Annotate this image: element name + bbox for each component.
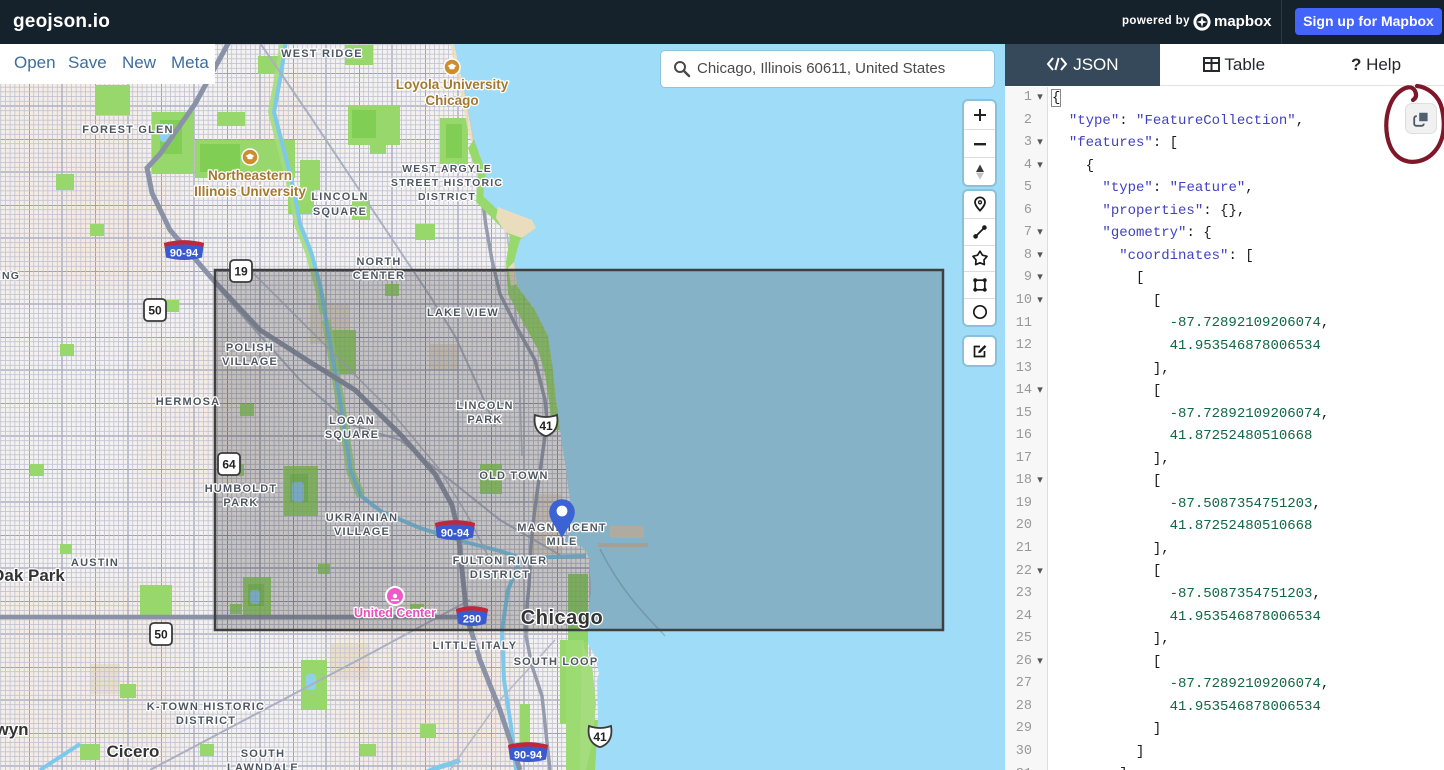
svg-text:PARK: PARK bbox=[467, 414, 502, 426]
svg-text:WEST ARGYLE: WEST ARGYLE bbox=[402, 163, 492, 175]
svg-text:90-94: 90-94 bbox=[514, 750, 543, 762]
svg-text:LITTLE ITALY: LITTLE ITALY bbox=[433, 640, 518, 652]
svg-text:K-TOWN HISTORIC: K-TOWN HISTORIC bbox=[147, 701, 265, 713]
svg-text:United Center: United Center bbox=[354, 606, 436, 620]
svg-text:41: 41 bbox=[539, 419, 553, 433]
svg-text:19: 19 bbox=[234, 265, 248, 279]
svg-text:FULTON RIVER: FULTON RIVER bbox=[453, 555, 548, 567]
svg-text:Northeastern: Northeastern bbox=[208, 168, 292, 183]
svg-text:HERMOSA: HERMOSA bbox=[156, 396, 221, 408]
svg-text:VILLAGE: VILLAGE bbox=[334, 526, 390, 538]
svg-text:Loyola University: Loyola University bbox=[396, 77, 509, 92]
svg-text:SQUARE: SQUARE bbox=[325, 429, 379, 441]
svg-text:POLISH: POLISH bbox=[226, 342, 274, 354]
svg-text:Chicago: Chicago bbox=[425, 93, 478, 108]
svg-text:WEST RIDGE: WEST RIDGE bbox=[281, 48, 363, 60]
svg-text:OLD TOWN: OLD TOWN bbox=[479, 470, 548, 482]
svg-text:STREET HISTORIC: STREET HISTORIC bbox=[391, 177, 503, 189]
svg-text:ING: ING bbox=[0, 270, 20, 282]
svg-text:SQUARE: SQUARE bbox=[313, 206, 367, 218]
svg-text:Cicero: Cicero bbox=[107, 742, 160, 761]
svg-text:VILLAGE: VILLAGE bbox=[222, 356, 278, 368]
svg-text:Illinois University: Illinois University bbox=[194, 184, 306, 199]
svg-text:SOUTH LOOP: SOUTH LOOP bbox=[514, 656, 599, 668]
svg-text:LAWNDALE: LAWNDALE bbox=[227, 762, 299, 770]
svg-text:290: 290 bbox=[463, 614, 481, 626]
svg-text:DISTRICT: DISTRICT bbox=[470, 569, 530, 581]
svg-text:LINCOLN: LINCOLN bbox=[311, 191, 368, 203]
svg-text:50: 50 bbox=[154, 628, 168, 642]
svg-text:UKRAINIAN: UKRAINIAN bbox=[326, 512, 399, 524]
svg-text:LAKE VIEW: LAKE VIEW bbox=[427, 307, 499, 319]
svg-text:50: 50 bbox=[148, 304, 162, 318]
svg-text:90-94: 90-94 bbox=[441, 528, 470, 540]
svg-text:LOGAN: LOGAN bbox=[329, 415, 375, 427]
svg-text:SOUTH: SOUTH bbox=[241, 748, 286, 760]
svg-text:CENTER: CENTER bbox=[353, 270, 405, 282]
svg-text:41: 41 bbox=[593, 730, 607, 744]
svg-text:wyn: wyn bbox=[0, 720, 29, 739]
svg-text:HUMBOLDT: HUMBOLDT bbox=[205, 483, 278, 495]
svg-text:90-94: 90-94 bbox=[170, 248, 199, 260]
svg-text:LINCOLN: LINCOLN bbox=[456, 400, 513, 412]
svg-text:Chicago: Chicago bbox=[521, 607, 603, 629]
svg-text:NORTH: NORTH bbox=[356, 256, 401, 268]
svg-text:64: 64 bbox=[222, 458, 236, 472]
svg-text:DISTRICT: DISTRICT bbox=[176, 715, 236, 727]
svg-text:Oak Park: Oak Park bbox=[0, 566, 65, 585]
svg-text:FOREST GLEN: FOREST GLEN bbox=[82, 124, 173, 136]
svg-text:PARK: PARK bbox=[223, 497, 258, 509]
svg-text:AUSTIN: AUSTIN bbox=[71, 557, 119, 569]
svg-text:DISTRICT: DISTRICT bbox=[418, 191, 476, 203]
